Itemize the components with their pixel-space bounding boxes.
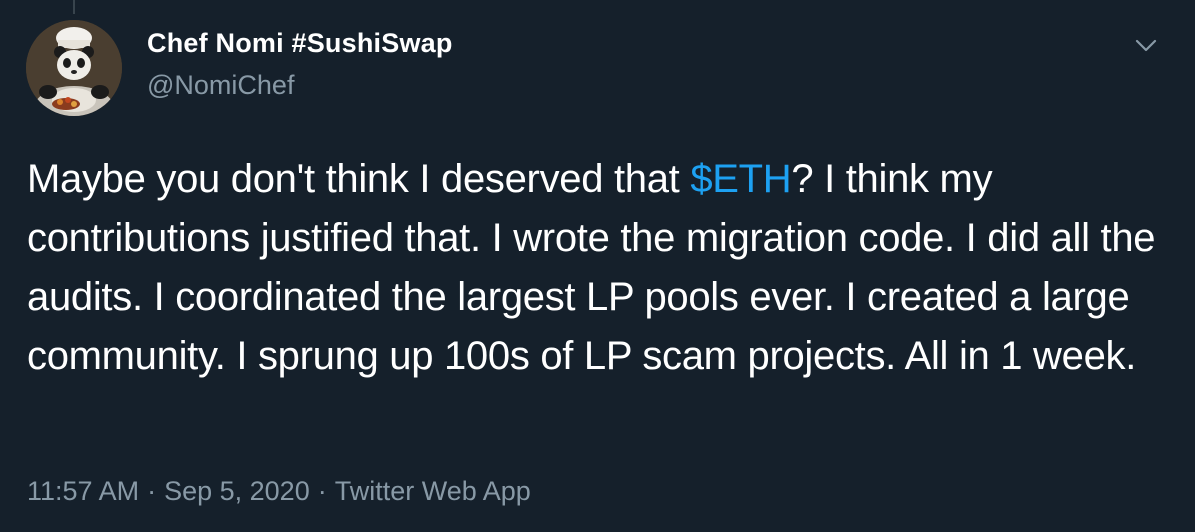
separator-dot: · xyxy=(317,476,327,506)
tweet-source[interactable]: Twitter Web App xyxy=(335,476,531,506)
tweet-metadata: 11:57 AM · Sep 5, 2020 · Twitter Web App xyxy=(27,476,531,507)
cashtag-link[interactable]: $ETH xyxy=(690,157,791,201)
tweet-time[interactable]: 11:57 AM xyxy=(27,476,139,506)
chef-panda-avatar-icon xyxy=(26,20,122,116)
avatar[interactable] xyxy=(26,20,122,116)
separator-dot: · xyxy=(147,476,157,506)
thread-connector-line xyxy=(73,0,75,14)
tweet-date[interactable]: Sep 5, 2020 xyxy=(164,476,310,506)
author-handle[interactable]: @NomiChef xyxy=(147,70,294,101)
chevron-down-icon xyxy=(1135,39,1157,52)
tweet-text-part-1: Maybe you don't think I deserved that xyxy=(27,157,691,201)
tweet-text: Maybe you don't think I deserved that $E… xyxy=(27,150,1167,386)
author-display-name[interactable]: Chef Nomi #SushiSwap xyxy=(147,28,453,59)
tweet-menu-button[interactable] xyxy=(1128,30,1164,60)
